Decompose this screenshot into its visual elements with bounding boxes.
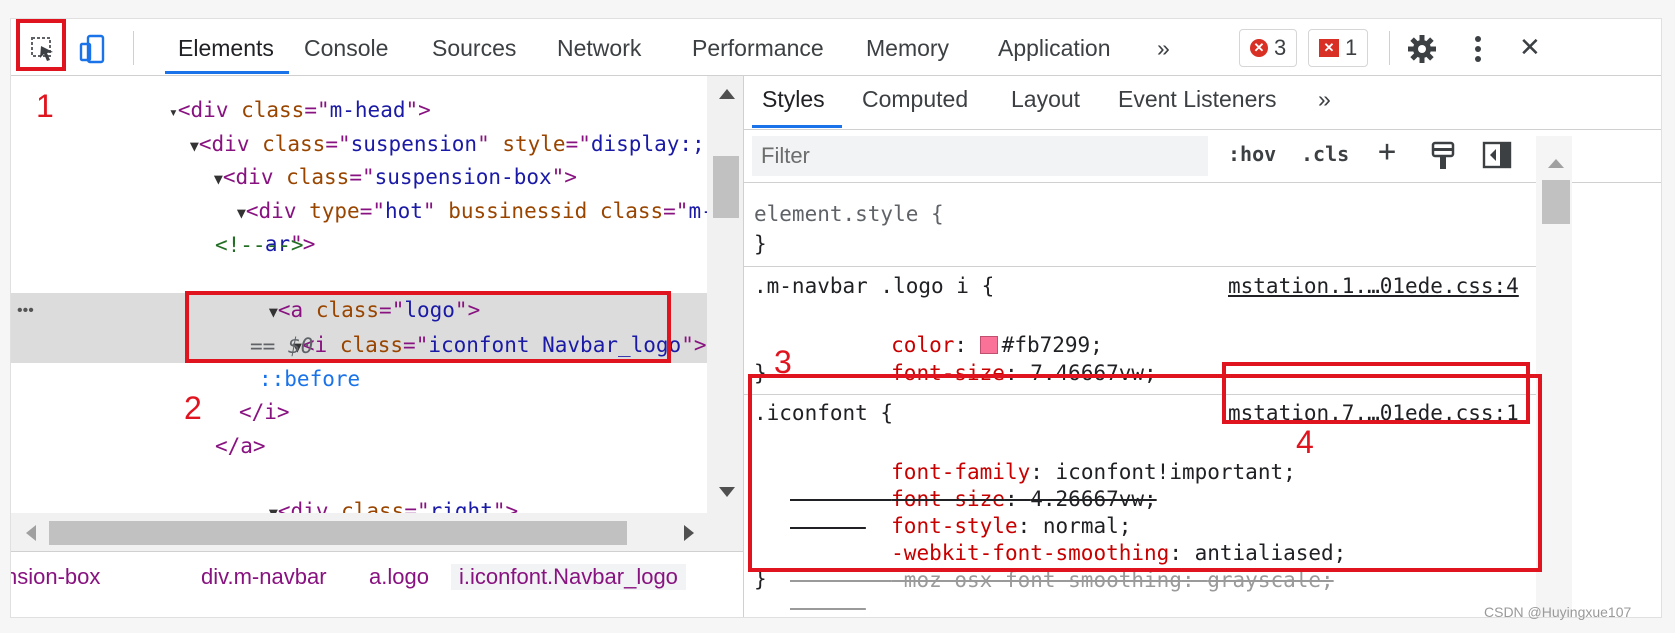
rule-close-brace: }	[754, 232, 767, 256]
settings-gear-icon[interactable]	[1406, 33, 1438, 65]
error-icon: ✕	[1250, 39, 1268, 57]
css-declaration-font-size[interactable]: font-size: 7.46667vw;	[790, 331, 1157, 385]
annotation-number: 2	[184, 390, 202, 426]
toggle-element-state-button[interactable]: :hov	[1228, 142, 1276, 166]
new-style-rule-button[interactable]: +	[1378, 134, 1396, 169]
annotation-number: 3	[774, 344, 792, 380]
scroll-up-arrow-icon[interactable]	[717, 86, 737, 102]
tab-elements[interactable]: Elements	[178, 35, 274, 62]
devtools-toolbar: Elements Console Sources Network Perform…	[11, 19, 1661, 76]
elements-horizontal-scroll-thumb[interactable]	[49, 521, 627, 545]
active-sidebar-tab-indicator	[752, 125, 842, 128]
breadcrumb-item[interactable]: a.logo	[369, 564, 429, 590]
elements-vertical-scrollbar[interactable]	[707, 76, 743, 551]
tab-computed[interactable]: Computed	[862, 86, 968, 113]
annotation-box-source-link	[1222, 362, 1530, 424]
class-toggle-button[interactable]: .cls	[1301, 142, 1349, 166]
dom-node-suspension-box[interactable]: ▼<div class="suspension-box">	[138, 129, 577, 189]
tab-console[interactable]: Console	[304, 35, 388, 62]
dom-node-suspension[interactable]: ▼<div class="suspension" style="display:…	[114, 96, 730, 156]
css-declaration-color[interactable]: color: #fb7299;	[790, 303, 1103, 357]
annotation-number: 4	[1296, 424, 1314, 460]
device-toolbar-icon[interactable]	[77, 33, 109, 65]
dom-close-i[interactable]: </i>	[239, 396, 290, 428]
scroll-up-arrow-icon[interactable]	[1546, 156, 1566, 170]
dom-close-a[interactable]: </a>	[215, 430, 266, 462]
tab-performance[interactable]: Performance	[692, 35, 824, 62]
node-actions-icon[interactable]: •••	[17, 302, 34, 320]
toolbar-divider	[133, 31, 134, 65]
styles-filter-input[interactable]: Filter	[752, 136, 1208, 176]
issue-count: 1	[1345, 35, 1358, 60]
more-options-icon[interactable]	[1462, 33, 1494, 65]
rule-source-link[interactable]: mstation.1.…01ede.css:4	[1228, 272, 1519, 300]
rule-divider	[744, 266, 1564, 267]
paint-brush-icon[interactable]	[1430, 141, 1456, 171]
scroll-left-arrow-icon[interactable]	[23, 523, 39, 543]
dom-node-m-navbar[interactable]: ▼<div type="hot" bussinessid class="m-na…	[161, 163, 743, 223]
breadcrumb-item[interactable]: nsion-box	[11, 564, 100, 590]
dom-node-a-logo[interactable]: ▼<a class="logo">	[193, 262, 480, 322]
scroll-right-arrow-icon[interactable]	[681, 523, 697, 543]
toggle-sidebar-icon[interactable]	[1482, 141, 1512, 169]
dom-comment-node[interactable]: <!---->	[215, 229, 304, 261]
screenshot-frame: Elements Console Sources Network Perform…	[0, 0, 1675, 633]
toolbar-divider	[1389, 31, 1390, 65]
styles-filter-bar: Filter :hov .cls +	[744, 130, 1661, 183]
dom-node-m-navbar-cont: ar">	[264, 232, 316, 256]
more-tabs-button[interactable]: »	[1157, 35, 1170, 62]
dom-node-m-head[interactable]: ▾<div class="m-head">	[93, 76, 431, 122]
error-count-badge[interactable]: ✕ 3	[1239, 29, 1298, 67]
tab-layout[interactable]: Layout	[1011, 86, 1080, 113]
tab-memory[interactable]: Memory	[866, 35, 949, 62]
dom-node-right[interactable]: ▼<div class="right">	[193, 463, 518, 523]
tab-styles[interactable]: Styles	[762, 86, 825, 113]
active-tab-indicator	[165, 71, 289, 74]
dom-pseudo-before[interactable]: ::before	[259, 363, 360, 395]
watermark: CSDN @Huyingxue107	[1484, 604, 1632, 620]
breadcrumb-item-selected[interactable]: i.iconfont.Navbar_logo	[451, 564, 686, 590]
annotation-number: 1	[36, 88, 54, 124]
tab-application[interactable]: Application	[998, 35, 1111, 62]
rule-selector-navbar-logo-i[interactable]: .m-navbar .logo i {	[754, 272, 994, 300]
annotation-box-inspect	[16, 19, 66, 71]
scroll-down-arrow-icon[interactable]	[717, 484, 737, 500]
more-sidebar-tabs-button[interactable]: »	[1318, 86, 1331, 113]
annotation-box-selected-node	[185, 291, 671, 363]
tab-sources[interactable]: Sources	[432, 35, 516, 62]
tab-network[interactable]: Network	[557, 35, 641, 62]
breadcrumb-item[interactable]: div.m-navbar	[201, 564, 327, 590]
elements-vertical-scroll-thumb[interactable]	[713, 156, 739, 218]
issues-count-badge[interactable]: ✕ 1	[1308, 29, 1369, 67]
styles-vertical-scroll-thumb[interactable]	[1542, 180, 1570, 224]
issue-icon: ✕	[1319, 39, 1339, 57]
rule-selector-element-style[interactable]: element.style {	[754, 200, 944, 228]
close-devtools-button[interactable]: ✕	[1519, 32, 1541, 63]
error-count: 3	[1274, 35, 1287, 60]
tab-event-listeners[interactable]: Event Listeners	[1118, 86, 1277, 113]
breadcrumb: nsion-box div.m-navbar a.logo i.iconfont…	[11, 551, 743, 617]
